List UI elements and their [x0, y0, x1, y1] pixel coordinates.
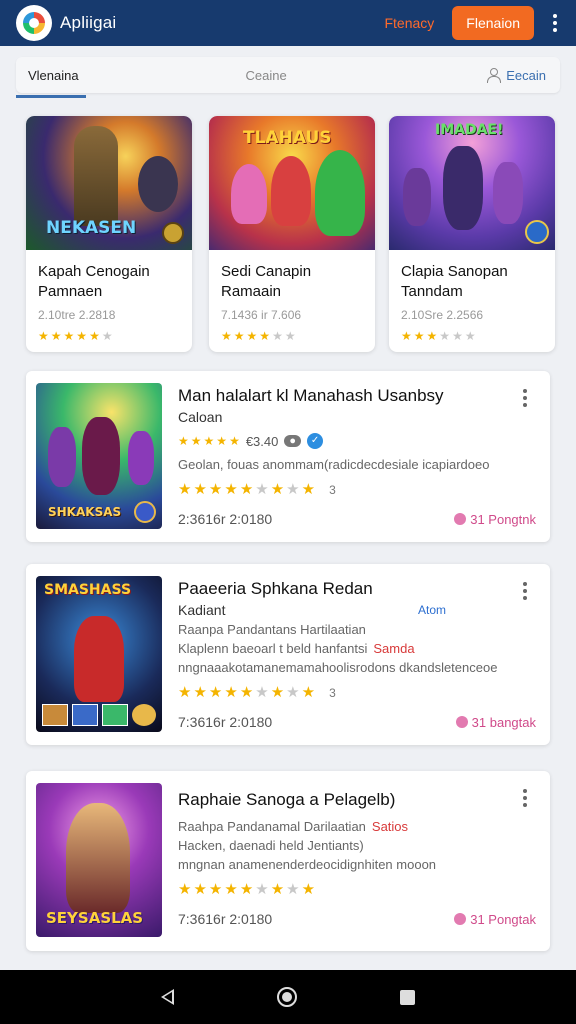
header-primary-button[interactable]: Flenaion [452, 6, 534, 40]
tab-account[interactable]: Eecain [486, 57, 560, 93]
app-header: Apliigai Ftenacy Flenaion [0, 0, 576, 46]
item-description-2: Hacken, daenadi held Jentiants) [178, 838, 364, 853]
item-description-3: mngnan anamenenderdeocidignhiten mooon [178, 857, 437, 872]
game-thumbnail-image: SMASHASS [36, 576, 162, 732]
game-title: Kapah Cenogain Pamnaen [38, 263, 150, 300]
item-title: Man halalart kl Manahash Usanbsy [178, 386, 444, 405]
item-menu-icon[interactable] [516, 389, 534, 407]
item-date: 2:3616r 2:0180 [178, 511, 273, 527]
art-title: IMADAE! [435, 122, 504, 138]
rating-stars: ★ ★ ★ ★ ★ ★ ★ ★ ★ [178, 881, 316, 898]
system-nav-bar [0, 970, 576, 1024]
rating-stars: ★ ★ ★ ★ ★ ★ [221, 329, 296, 343]
tag-dot-icon [454, 513, 467, 525]
category-tag[interactable]: 31 Pongtak [454, 912, 536, 927]
rating-count: 3 [329, 685, 336, 700]
list-item[interactable]: SEYSASLAS Raphaie Sanoga a Pelagelb) Raa… [26, 771, 550, 951]
home-icon[interactable] [276, 987, 297, 1007]
item-title: Raphaie Sanoga a Pelagelb) [178, 790, 396, 809]
rating-count: 3 [329, 482, 336, 497]
item-description-3: nngnaaakotamanemamahoolisrodons dkandsle… [178, 660, 498, 675]
art-title: SEYSASLAS [46, 909, 144, 927]
tag-dot-icon [455, 716, 468, 728]
category-tag-label: 31 Pongtak [470, 911, 536, 927]
game-meta: 2.10tre 2.2818 [38, 308, 116, 322]
item-description: Geolan, fouas anommam(radicdecdesiale ic… [178, 457, 490, 472]
list-item[interactable]: SMASHASS Paaeeria Sphkana Redan Kadiant … [26, 564, 550, 745]
item-subtitle: Caloan [178, 409, 223, 425]
game-title: Clapia Sanopan Tanndam [401, 263, 508, 300]
item-description: Raanpa Pandantans Hartilaatian [178, 622, 366, 637]
featured-card[interactable]: NEKASEN Kapah Cenogain Pamnaen 2.10tre 2… [26, 116, 192, 352]
item-date: 7:3616r 2:0180 [178, 911, 273, 927]
user-icon [486, 68, 502, 83]
info-icon: ● [284, 435, 302, 447]
category-tag-label: 31 bangtak [471, 714, 536, 730]
tab-active[interactable]: Vlenaina [16, 57, 136, 93]
item-subtitle: Kadiant [178, 602, 226, 618]
item-date: 7:3616r 2:0180 [178, 714, 273, 730]
overflow-menu-icon[interactable] [546, 14, 564, 32]
rating-stars: ★ ★ ★ ★ ★ ★ ★ ★ ★ [178, 481, 316, 498]
tag-dot-icon [454, 913, 467, 925]
category-tag-label: 31 Pongtnk [470, 511, 536, 527]
game-thumbnail-image: SEYSASLAS [36, 783, 162, 937]
game-thumbnail-image: SHKAKSAS [36, 383, 162, 529]
tab-active-indicator [16, 95, 86, 98]
featured-card[interactable]: IMADAE! Clapia Sanopan Tanndam 2.10Sre 2… [389, 116, 555, 352]
tab-account-label: Eecain [506, 67, 546, 83]
inline-tag: Samda [373, 641, 415, 656]
item-description: Raahpa Pandanamal Darilaatian [178, 819, 366, 834]
list-item[interactable]: SHKAKSAS Man halalart kl Manahash Usanbs… [26, 371, 550, 542]
game-art-image: TLAHAUS [209, 116, 375, 250]
featured-card[interactable]: TLAHAUS Sedi Canapin Ramaain 7.1436 ir 7… [209, 116, 375, 352]
app-logo-icon[interactable] [16, 5, 52, 41]
rating-stars: ★ ★ ★ ★ ★ [178, 434, 240, 448]
back-icon[interactable] [161, 989, 175, 1005]
recents-icon[interactable] [399, 989, 415, 1005]
rating-stars: ★ ★ ★ ★ ★ ★ [401, 329, 476, 343]
app-name: Apliigai [60, 13, 117, 32]
art-title: TLAHAUS [243, 128, 332, 148]
tab-middle[interactable]: Ceaine [136, 57, 396, 93]
item-menu-icon[interactable] [516, 582, 534, 600]
game-art-image: NEKASEN [26, 116, 192, 250]
art-title: SMASHASS [44, 582, 132, 598]
item-description-line: Klaplenn baeoarl t beld hanfantsi Samda [178, 639, 536, 658]
item-description-line: Raahpa Pandanamal Darilaatian Satios [178, 817, 536, 836]
rating-stars: ★ ★ ★ ★ ★ ★ ★ ★ ★ [178, 684, 316, 701]
item-menu-icon[interactable] [516, 789, 534, 807]
art-title: SHKAKSAS [48, 505, 122, 519]
game-title: Sedi Canapin Ramaain [221, 263, 312, 300]
game-art-image: IMADAE! [389, 116, 555, 250]
verified-icon: ✓ [307, 433, 324, 449]
item-description-2: Klaplenn baeoarl t beld hanfantsi [178, 641, 368, 656]
art-title: NEKASEN [46, 218, 137, 238]
inline-tag: Satios [371, 819, 409, 834]
game-meta: 2.10Sre 2.2566 [401, 308, 484, 322]
platform-tag: Atom [417, 603, 446, 617]
game-meta: 7.1436 ir 7.606 [221, 308, 302, 322]
tab-bar: Vlenaina Ceaine Eecain [16, 57, 560, 93]
header-link[interactable]: Ftenacy [384, 15, 434, 31]
category-tag[interactable]: 31 Pongtnk [454, 512, 536, 527]
rating-stars: ★ ★ ★ ★ ★ ★ [38, 329, 113, 343]
item-title: Paaeeria Sphkana Redan [178, 579, 373, 598]
rating-text: €3.40 [245, 433, 279, 449]
category-tag[interactable]: 31 bangtak [455, 714, 536, 730]
